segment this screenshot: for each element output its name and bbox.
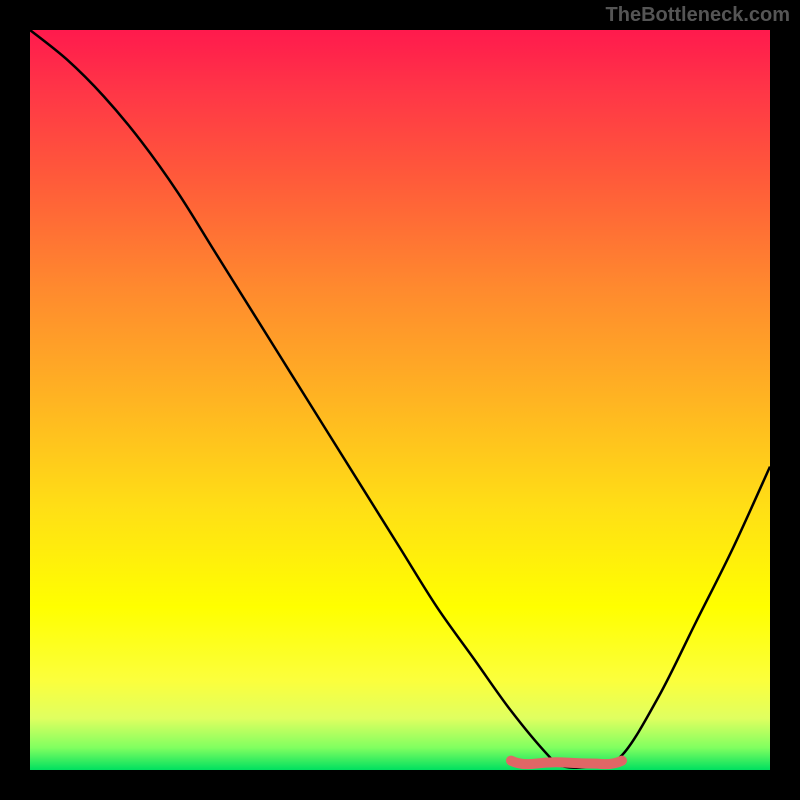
bottleneck-curve (30, 30, 770, 770)
watermark-text: TheBottleneck.com (606, 4, 790, 27)
curve-path (30, 30, 770, 768)
chart-plot-area (30, 30, 770, 770)
valley-highlight (511, 761, 622, 765)
